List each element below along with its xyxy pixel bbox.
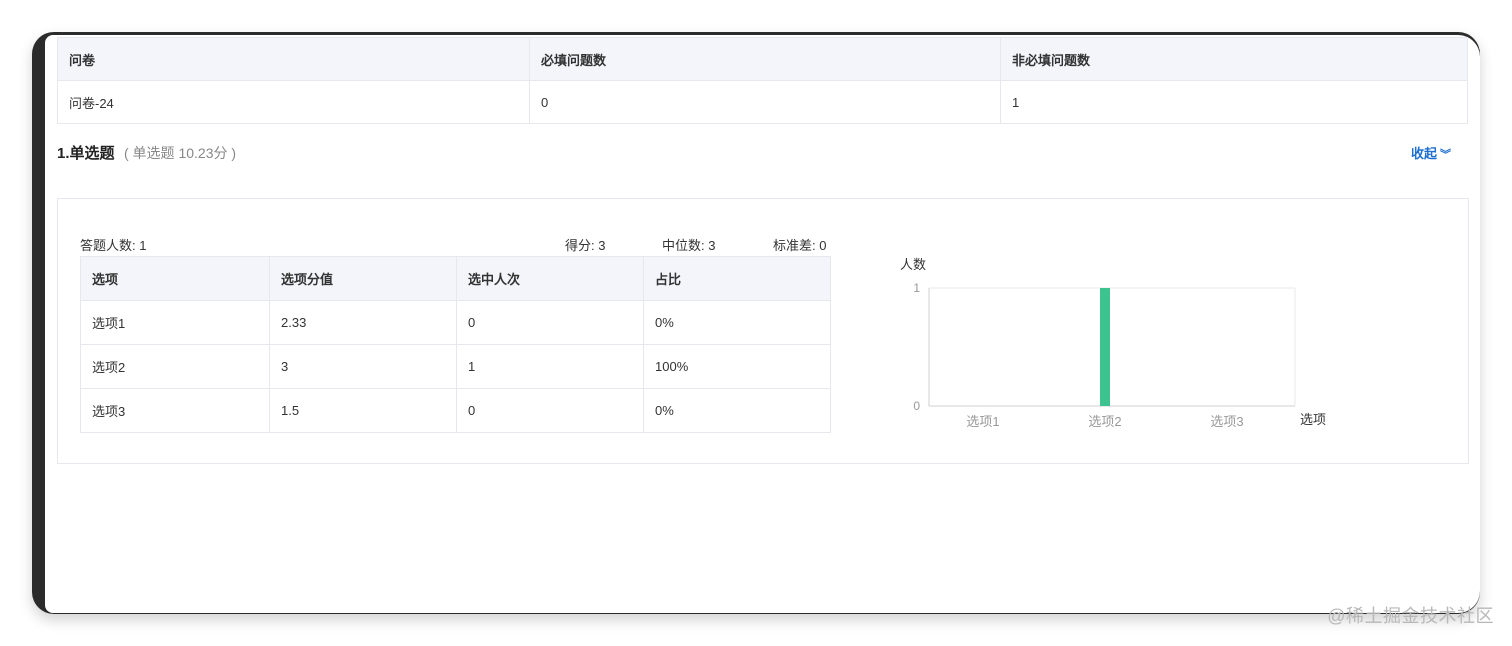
y-tick-label: 1 bbox=[913, 281, 920, 295]
table-row: 选项3 1.5 0 0% bbox=[80, 388, 831, 433]
option-ratio-cell: 100% bbox=[643, 344, 831, 389]
option-cell: 选项2 bbox=[80, 344, 270, 389]
question-title: 1.单选题 bbox=[57, 145, 115, 162]
option-ratio-cell: 0% bbox=[643, 300, 831, 345]
stddev-stat: 标准差: 0 bbox=[773, 238, 827, 253]
options-table: 选项 选项分值 选中人次 占比 选项1 2.33 0 0% 选项2 3 1 10… bbox=[80, 256, 831, 433]
collapse-label: 收起 bbox=[1410, 146, 1437, 161]
x-tick-label: 选项3 bbox=[1210, 414, 1243, 429]
option-count-cell: 0 bbox=[456, 300, 644, 345]
option-score-cell: 1.5 bbox=[269, 388, 457, 433]
y-tick-label: 0 bbox=[913, 399, 920, 413]
question-header: 1.单选题 ( 单选题 10.23分 ) 收起 ︾ bbox=[57, 140, 1457, 164]
option-cell: 选项1 bbox=[80, 300, 270, 345]
column-header: 选中人次 bbox=[456, 256, 644, 301]
survey-summary-table: 问卷 必填问题数 非必填问题数 问卷-24 0 1 bbox=[57, 37, 1468, 124]
y-axis-label: 人数 bbox=[900, 257, 926, 272]
column-header: 必填问题数 bbox=[529, 37, 1001, 81]
x-axis-label: 选项 bbox=[1300, 412, 1326, 427]
option-bar-chart: 0 1 人数选项1 选项2 选项3 选项 bbox=[900, 257, 1326, 429]
option-score-cell: 3 bbox=[269, 344, 457, 389]
stats-row: 答题人数: 1 得分: 3 中位数: 3 标准差: 0 bbox=[80, 235, 832, 253]
x-tick-label: 选项1 bbox=[966, 414, 999, 429]
required-count-cell: 0 bbox=[529, 80, 1001, 124]
option-count-cell: 0 bbox=[456, 388, 644, 433]
table-header-row: 选项 选项分值 选中人次 占比 bbox=[80, 256, 831, 301]
column-header: 选项分值 bbox=[269, 256, 457, 301]
column-header: 选项 bbox=[80, 256, 270, 301]
table-row: 问卷-24 0 1 bbox=[57, 80, 1468, 124]
watermark: @稀土掘金技术社区 bbox=[1327, 606, 1494, 626]
optional-count-cell: 1 bbox=[1000, 80, 1468, 124]
option-score-cell: 2.33 bbox=[269, 300, 457, 345]
median-stat: 中位数: 3 bbox=[662, 238, 716, 253]
option-cell: 选项3 bbox=[80, 388, 270, 433]
column-header: 占比 bbox=[643, 256, 831, 301]
table-header-row: 问卷 必填问题数 非必填问题数 bbox=[57, 37, 1468, 81]
question-meta: ( 单选题 10.23分 ) bbox=[124, 145, 237, 161]
column-header: 非必填问题数 bbox=[1000, 37, 1468, 81]
table-row: 选项1 2.33 0 0% bbox=[80, 300, 831, 345]
bar-2 bbox=[1100, 288, 1110, 406]
double-chevron-down-icon: ︾ bbox=[1440, 149, 1451, 161]
x-tick-label: 选项2 bbox=[1088, 414, 1121, 429]
option-count-cell: 1 bbox=[456, 344, 644, 389]
survey-name-cell: 问卷-24 bbox=[57, 80, 530, 124]
score-stat: 得分: 3 bbox=[565, 238, 606, 253]
table-row: 选项2 3 1 100% bbox=[80, 344, 831, 389]
option-ratio-cell: 0% bbox=[643, 388, 831, 433]
collapse-button[interactable]: 收起 ︾ bbox=[1411, 143, 1451, 162]
column-header: 问卷 bbox=[57, 37, 530, 81]
respondent-count: 答题人数: 1 bbox=[80, 238, 147, 253]
